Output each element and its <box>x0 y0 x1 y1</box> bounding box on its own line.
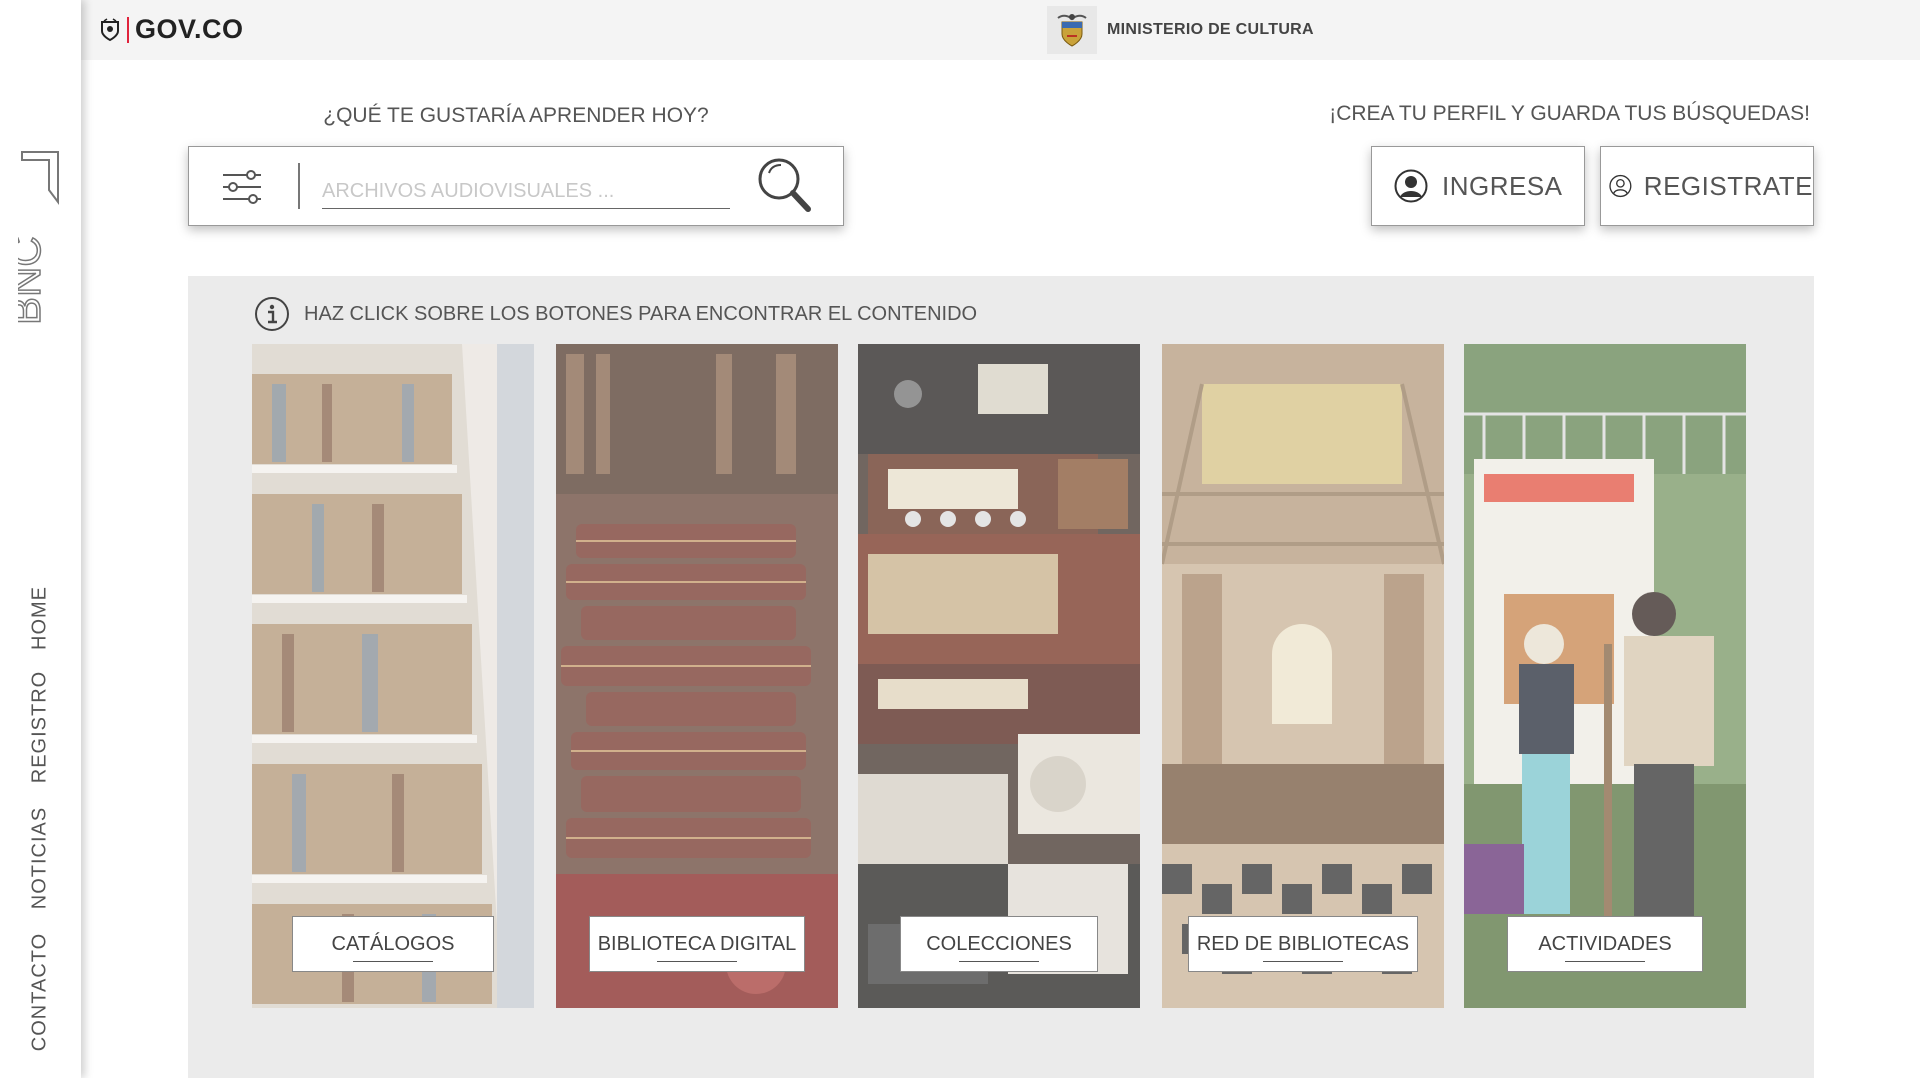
register-button-label: REGISTRATE <box>1643 170 1813 201</box>
colombia-shield-icon <box>101 17 119 41</box>
gov-bar: GOV.CO MINISTERIO DE CULTURA <box>81 0 1920 60</box>
gov-logo-text: GOV.CO <box>135 14 244 44</box>
card-catalogos[interactable]: CATÁLOGOS <box>252 344 534 1008</box>
sidebar: BNC HOME REGISTRO NOTICIAS CONTACTO <box>0 0 81 1078</box>
search-box <box>188 146 844 226</box>
sidebar-item-registro[interactable]: REGISTRO <box>29 671 52 783</box>
sidebar-item-noticias[interactable]: NOTICIAS <box>29 807 52 909</box>
search-icon[interactable] <box>755 155 815 217</box>
login-button-label: INGRESA <box>1442 170 1563 201</box>
login-button[interactable]: INGRESA <box>1371 146 1585 226</box>
card-label-red-de-bibliotecas[interactable]: RED DE BIBLIOTECAS <box>1188 916 1418 972</box>
filter-sliders-icon[interactable] <box>221 167 263 207</box>
info-text: HAZ CLICK SOBRE LOS BOTONES PARA ENCONTR… <box>304 302 978 325</box>
register-button[interactable]: REGISTRATE <box>1600 146 1814 226</box>
colombia-crest-icon <box>1047 6 1097 54</box>
ministry-logo[interactable]: MINISTERIO DE CULTURA <box>1047 6 1314 54</box>
search-input[interactable] <box>322 175 730 209</box>
ministry-name: MINISTERIO DE CULTURA <box>1107 21 1314 38</box>
card-red-de-bibliotecas[interactable]: RED DE BIBLIOTECAS <box>1162 344 1444 1008</box>
sidebar-item-home[interactable]: HOME <box>29 586 52 650</box>
card-label-actividades[interactable]: ACTIVIDADES <box>1507 916 1703 972</box>
card-colecciones[interactable]: COLECCIONES <box>858 344 1140 1008</box>
search-divider <box>298 163 300 209</box>
profile-title: ¡CREA TU PERFIL Y GUARDA TUS BÚSQUEDAS! <box>1329 102 1810 125</box>
card-label-colecciones[interactable]: COLECCIONES <box>900 916 1098 972</box>
content-panel: HAZ CLICK SOBRE LOS BOTONES PARA ENCONTR… <box>188 276 1814 1078</box>
bnc-logo-text: BNC <box>18 236 49 325</box>
sidebar-item-contacto[interactable]: CONTACTO <box>29 933 52 1051</box>
gov-logo-separator <box>127 16 129 43</box>
bnc-logo[interactable]: BNC <box>18 150 62 330</box>
card-label-biblioteca-digital[interactable]: BIBLIOTECA DIGITAL <box>589 916 805 972</box>
info-icon <box>255 297 289 331</box>
search-title: ¿QUÉ TE GUSTARÍA APRENDER HOY? <box>323 104 709 127</box>
gov-co-logo[interactable]: GOV.CO <box>99 14 244 45</box>
user-icon <box>1394 169 1428 203</box>
info-row: HAZ CLICK SOBRE LOS BOTONES PARA ENCONTR… <box>254 296 977 332</box>
card-biblioteca-digital[interactable]: BIBLIOTECA DIGITAL <box>556 344 838 1008</box>
card-actividades[interactable]: ACTIVIDADES <box>1464 344 1746 1008</box>
card-label-catalogos[interactable]: CATÁLOGOS <box>292 916 494 972</box>
user-outline-icon <box>1609 174 1632 198</box>
